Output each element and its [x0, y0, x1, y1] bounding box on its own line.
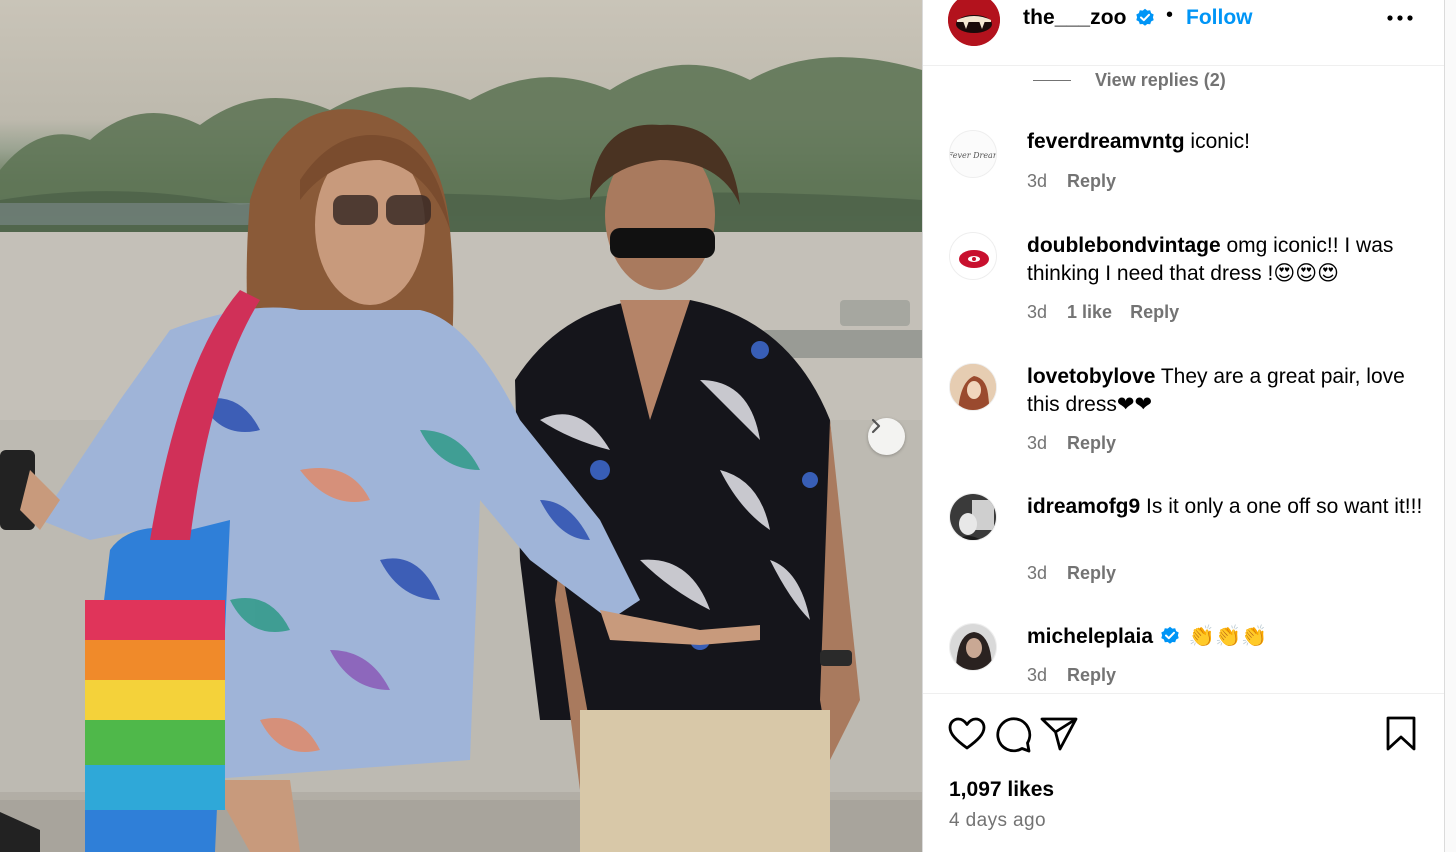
- author-avatar[interactable]: [948, 0, 1000, 46]
- svg-text:Fever Dream: Fever Dream: [950, 151, 997, 160]
- paper-plane-icon: [1040, 717, 1078, 751]
- lips-logo-icon: [950, 233, 996, 279]
- view-replies-line: [1033, 80, 1071, 81]
- comment-text: micheleplaia 👏👏👏: [1027, 623, 1427, 651]
- comment-text: doublebondvintage omg iconic!! I was thi…: [1027, 232, 1427, 288]
- user-photo-icon: [950, 494, 996, 540]
- save-button[interactable]: [1381, 712, 1421, 756]
- comment-meta: 3d Reply: [1027, 665, 1116, 686]
- like-button[interactable]: [947, 712, 987, 756]
- heart-icon: [948, 717, 986, 750]
- author-username[interactable]: the___zoo: [1023, 6, 1127, 30]
- comment-avatar[interactable]: [949, 232, 997, 280]
- verified-badge-icon: [1136, 8, 1154, 26]
- reply-button[interactable]: Reply: [1067, 563, 1116, 584]
- comment-meta: 3d Reply: [1027, 563, 1116, 584]
- bookmark-icon: [1386, 716, 1416, 751]
- comment-time[interactable]: 3d: [1027, 665, 1047, 686]
- comment-time[interactable]: 3d: [1027, 171, 1047, 192]
- comment-bubble-icon: [996, 717, 1032, 753]
- comment-avatar[interactable]: [949, 493, 997, 541]
- comment-meta: 3d 1 like Reply: [1027, 302, 1179, 323]
- comment-time[interactable]: 3d: [1027, 563, 1047, 584]
- reply-button[interactable]: Reply: [1067, 665, 1116, 686]
- comment-meta: 3d Reply: [1027, 171, 1116, 192]
- share-button[interactable]: [1039, 712, 1079, 756]
- photo-illustration: [0, 57, 922, 852]
- comment-message: Is it only a one off so want it!!!: [1140, 495, 1423, 518]
- comment-avatar[interactable]: Fever Dream: [949, 130, 997, 178]
- verified-badge-icon: [1161, 626, 1179, 644]
- post-timestamp[interactable]: 4 days ago: [949, 810, 1046, 832]
- comment-button[interactable]: [993, 712, 1033, 756]
- fever-dream-logo-icon: Fever Dream: [950, 131, 997, 177]
- reply-button[interactable]: Reply: [1067, 171, 1116, 192]
- comment-message: iconic!: [1184, 130, 1250, 153]
- comment-username[interactable]: micheleplaia: [1027, 625, 1153, 648]
- view-replies-label: View replies (2): [1095, 70, 1226, 90]
- user-photo-icon: [950, 364, 996, 410]
- comment-avatar[interactable]: [949, 623, 997, 671]
- comment-username[interactable]: idreamofg9: [1027, 495, 1140, 518]
- post-header: the___zoo • Follow: [923, 0, 1444, 66]
- next-photo-button[interactable]: [868, 418, 905, 455]
- reply-button[interactable]: Reply: [1130, 302, 1179, 323]
- more-options-icon[interactable]: [1385, 8, 1415, 28]
- comment-text: feverdreamvntg iconic!: [1027, 128, 1427, 156]
- separator-dot: •: [1166, 4, 1174, 26]
- post-actions: [923, 712, 1444, 756]
- actions-divider: [923, 693, 1444, 694]
- comment-text: lovetobylove They are a great pair, love…: [1027, 363, 1427, 419]
- comment-avatar[interactable]: [949, 363, 997, 411]
- window-edge: [1444, 0, 1456, 852]
- user-photo-icon: [950, 624, 996, 670]
- likes-count[interactable]: 1,097 likes: [949, 778, 1054, 802]
- follow-button[interactable]: Follow: [1186, 6, 1253, 30]
- post-photo[interactable]: [0, 0, 922, 852]
- comment-username[interactable]: doublebondvintage: [1027, 234, 1221, 257]
- comment-username[interactable]: feverdreamvntg: [1027, 130, 1185, 153]
- comment-time[interactable]: 3d: [1027, 302, 1047, 323]
- chevron-right-icon: [871, 418, 881, 434]
- comment-time[interactable]: 3d: [1027, 433, 1047, 454]
- comments-pane: the___zoo • Follow View replies (2) Feve…: [923, 0, 1444, 852]
- comment-username[interactable]: lovetobylove: [1027, 365, 1155, 388]
- comment-meta: 3d Reply: [1027, 433, 1116, 454]
- vampire-mouth-icon: [948, 0, 1000, 46]
- comment-message: 👏👏👏: [1183, 625, 1268, 648]
- view-replies-button[interactable]: View replies (2): [1033, 70, 1226, 91]
- comment-likes[interactable]: 1 like: [1067, 302, 1112, 323]
- comment-text: idreamofg9 Is it only a one off so want …: [1027, 493, 1427, 521]
- reply-button[interactable]: Reply: [1067, 433, 1116, 454]
